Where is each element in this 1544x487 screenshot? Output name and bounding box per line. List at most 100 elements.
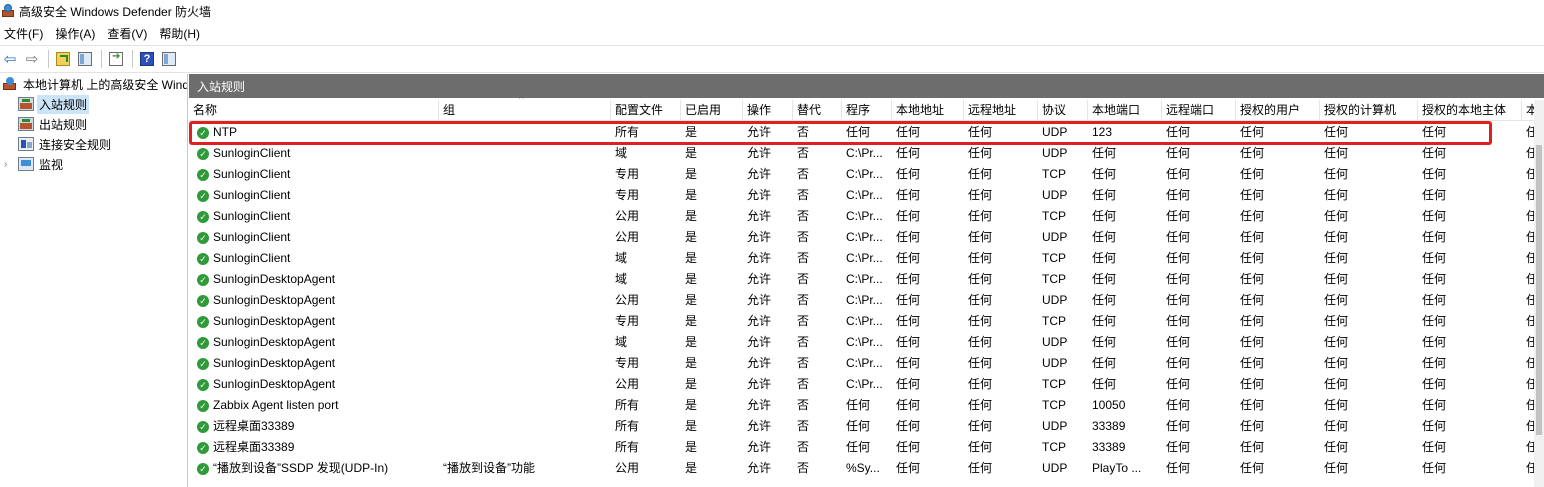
cell-program: C:\Pr... [846,209,883,223]
column-header-program[interactable]: 程序 [842,100,892,120]
export-list-button[interactable] [106,49,126,69]
menu-help[interactable]: 帮助(H) [155,25,204,42]
table-row[interactable]: ✓ SunloginClient 专用 是 允许 否 C:\Pr... 任何 任何 TCP 任何 任何… [189,164,1544,185]
column-header-authorized-users[interactable]: 授权的用户 [1236,100,1320,120]
tree-item-monitor[interactable]: › 监视 [0,154,187,174]
help-button[interactable]: ? [137,49,157,69]
rule-name: SunloginDesktopAgent [213,293,336,307]
table-row[interactable]: ✓ SunloginClient 公用 是 允许 否 C:\Pr... 任何 任何 UDP 任何 任何… [189,227,1544,248]
cell-program: C:\Pr... [846,356,883,370]
cell-local-address: 任何 [896,209,921,223]
table-row[interactable]: ✓ SunloginClient 域 是 允许 否 C:\Pr... 任何 任何 TCP 任何 任何 任… [189,248,1544,269]
cell-name: ✓ 远程桌面33389 [189,437,439,458]
table-row[interactable]: ✓ SunloginDesktopAgent 域 是 允许 否 C:\Pr... 任何 任何 TC… [189,269,1544,290]
column-header-override[interactable]: 替代 [793,100,842,120]
cell-override: 否 [797,230,810,244]
up-folder-icon [56,52,70,66]
menu-action[interactable]: 操作(A) [51,25,99,42]
cell-local-address: 任何 [896,356,921,370]
cell-enabled: 是 [685,146,698,160]
cell-protocol: UDP [1042,293,1068,307]
scrollbar-thumb[interactable] [1536,145,1542,435]
tree-item-root[interactable]: 本地计算机 上的高级安全 Wind [0,74,187,94]
tree-item-connection-security-rules[interactable]: 连接安全规则 [0,134,187,154]
table-row[interactable]: ✓ SunloginClient 公用 是 允许 否 C:\Pr... 任何 任何 TCP 任何 任何… [189,206,1544,227]
menu-file[interactable]: 文件(F) [0,25,47,42]
cell-enabled: 是 [685,314,698,328]
menu-view[interactable]: 查看(V) [103,25,151,42]
cell-authorized-local-principals: 任何 [1422,230,1447,244]
tree-monitor-label: 监视 [39,157,64,172]
cell-authorized-users: 任何 [1240,167,1265,181]
cell-action: 允许 [747,146,772,160]
forward-button[interactable]: ⇨ [22,49,42,69]
table-row[interactable]: ✓ SunloginDesktopAgent 专用 是 允许 否 C:\Pr... 任何 任何 U… [189,353,1544,374]
table-row[interactable]: ✓ SunloginClient 域 是 允许 否 C:\Pr... 任何 任何 UDP 任何 任何 任… [189,143,1544,164]
cell-authorized-users: 任何 [1240,209,1265,223]
cell-profile: 域 [615,146,628,160]
cell-program: C:\Pr... [846,230,883,244]
cell-authorized-computers: 任何 [1324,335,1349,349]
sort-caret-icon: ^ [519,94,524,105]
column-header-remote-port[interactable]: 远程端口 [1162,100,1236,120]
cell-remote-port: 任何 [1166,251,1191,265]
table-row[interactable]: ✓ SunloginDesktopAgent 公用 是 允许 否 C:\Pr... 任何 任何 U… [189,290,1544,311]
table-row[interactable]: ✓ SunloginDesktopAgent 域 是 允许 否 C:\Pr... 任何 任何 UD… [189,332,1544,353]
up-one-level-button[interactable] [53,49,73,69]
cell-name: ✓ SunloginDesktopAgent [189,311,439,332]
tree-item-inbound-rules[interactable]: 入站规则 [0,94,187,114]
column-header-name[interactable]: 名称 [189,100,439,120]
pane-title-bar: 入站规则 [189,74,1544,98]
table-row[interactable]: ✓ SunloginClient 专用 是 允许 否 C:\Pr... 任何 任何 UDP 任何 任何… [189,185,1544,206]
cell-remote-address: 任何 [968,356,993,370]
green-check-icon: ✓ [197,231,209,244]
cell-authorized-users: 任何 [1240,188,1265,202]
cell-authorized-local-principals: 任何 [1422,356,1447,370]
cell-protocol: UDP [1042,188,1068,202]
green-check-icon: ✓ [197,441,209,454]
column-header-profile[interactable]: 配置文件 [611,100,681,120]
green-check-icon: ✓ [197,294,209,307]
column-header-action[interactable]: 操作 [743,100,793,120]
show-hide-console-tree-button[interactable] [75,49,95,69]
cell-remote-port: 任何 [1166,188,1191,202]
rule-name: SunloginClient [213,146,291,160]
column-header-authorized-computers[interactable]: 授权的计算机 [1320,100,1418,120]
column-header-protocol[interactable]: 协议 [1038,100,1088,120]
cell-protocol: TCP [1042,251,1066,265]
expand-chevron-icon[interactable]: › [4,159,14,170]
cell-local-port: 任何 [1092,146,1117,160]
table-row[interactable]: ✓ SunloginDesktopAgent 专用 是 允许 否 C:\Pr... 任何 任何 T… [189,311,1544,332]
vertical-scrollbar[interactable] [1534,100,1544,487]
connection-security-icon [18,137,34,151]
cell-name: ✓ SunloginDesktopAgent [189,353,439,374]
table-row[interactable]: ✓ Zabbix Agent listen port 所有 是 允许 否 任何 任何 任何 TCP… [189,395,1544,416]
cell-name: ✓ SunloginClient [189,185,439,206]
table-row[interactable]: ✓ SunloginDesktopAgent 公用 是 允许 否 C:\Pr... 任何 任何 T… [189,374,1544,395]
cell-local-address: 任何 [896,146,921,160]
column-header-enabled[interactable]: 已启用 [681,100,743,120]
table-row[interactable]: ✓ 远程桌面33389 所有是允许否任何 任何 任何 TCP 33389 任何 任何 任何 任何任 [189,437,1544,458]
cell-remote-address: 任何 [968,377,993,391]
cell-program: C:\Pr... [846,314,883,328]
column-header-group[interactable]: 组 [439,100,611,120]
column-header-authorized-local-principals[interactable]: 授权的本地主体 [1418,100,1522,120]
column-header-local-address[interactable]: 本地地址 [892,100,964,120]
cell-action: 允许 [747,209,772,223]
tree-connection-security-label: 连接安全规则 [39,137,112,152]
cell-authorized-computers: 任何 [1324,398,1349,412]
table-row[interactable]: ✓ “播放到设备”SSDP 发现(UDP-In) “播放到设备”功能 公用 是 允许 否 %S… [189,458,1544,479]
table-row[interactable]: ✓ 远程桌面33389 所有是允许否任何 任何 任何 UDP 33389 任何 任何 任何 任何任 [189,416,1544,437]
back-button[interactable]: ⇦ [0,49,20,69]
table-row[interactable]: ✓ NTP 所有是允许否任何 任何 任何 UDP 123 任何 任何 任何 任何任 [189,122,1544,143]
cell-authorized-local-principals: 任何 [1422,314,1447,328]
show-hide-action-pane-button[interactable] [159,49,179,69]
cell-local-port: 33389 [1092,419,1126,433]
column-header-remote-address[interactable]: 远程地址 [964,100,1038,120]
column-header-local-port[interactable]: 本地端口 [1088,100,1162,120]
cell-name: ✓ SunloginClient [189,143,439,164]
green-check-icon: ✓ [197,420,209,433]
cell-authorized-users: 任何 [1240,356,1265,370]
tree-item-outbound-rules[interactable]: 出站规则 [0,114,187,134]
cell-authorized-computers: 任何 [1324,125,1349,139]
